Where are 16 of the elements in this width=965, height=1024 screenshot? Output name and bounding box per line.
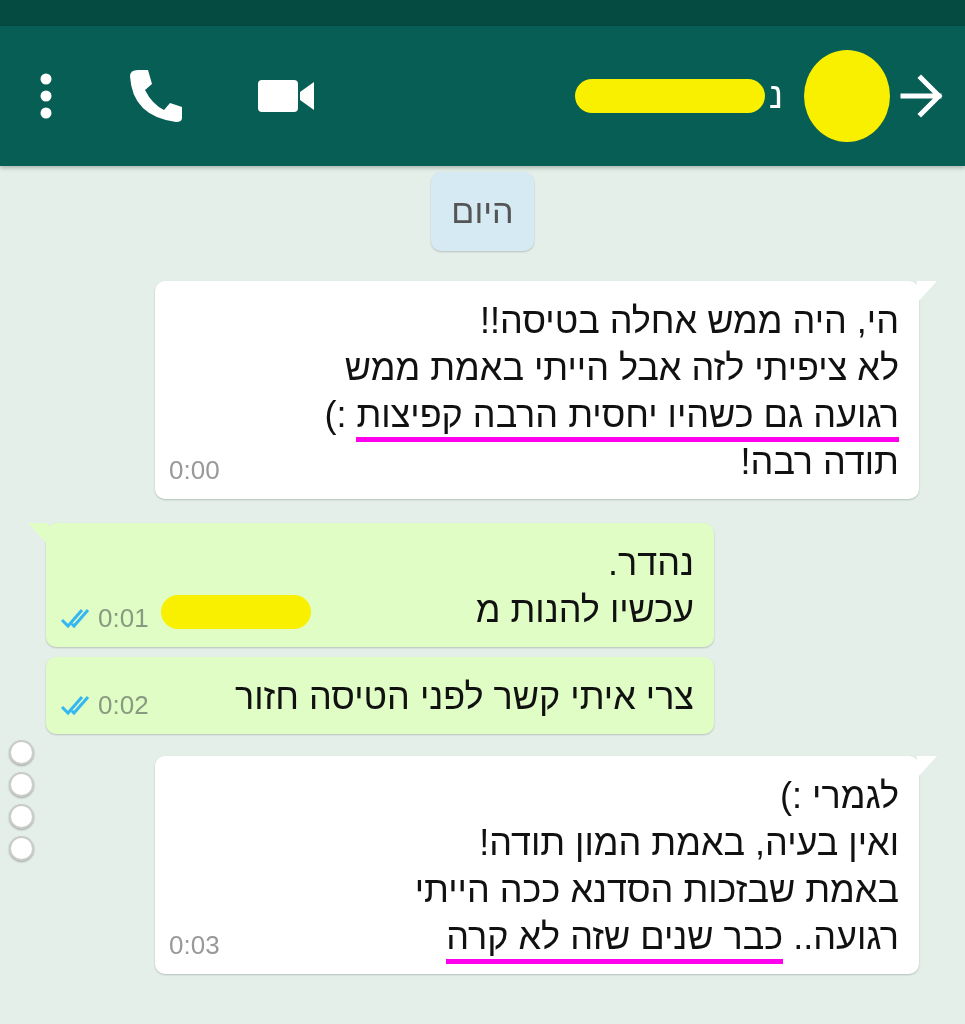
handle-dot[interactable] [9,804,34,829]
video-camera-icon[interactable] [258,78,314,114]
message-time: 0:00 [169,455,220,485]
message-text: נהדר. עכשיו להנות מ [474,541,694,632]
phone-icon[interactable] [128,68,184,124]
message-time: 0:01 [98,603,149,633]
handle-dot[interactable] [9,772,34,797]
message-time: 0:03 [169,930,220,960]
message-time: 0:02 [98,690,149,720]
contact-name[interactable]: נ [769,69,783,123]
handle-dot[interactable] [9,740,34,765]
menu-icon[interactable] [40,73,52,119]
handle-dot[interactable] [9,836,34,861]
message-text: צרי איתי קשר לפני הטיסה חזור [233,675,694,719]
message-text: הי, היה ממש אחלה בטיסה!! לא ציפיתי לזה אבל הייתי באמת ממש רגועה גם כשהיו יחסית הרבה קפיצות :) תודה רבה! [323,299,899,484]
date-chip: היום [431,172,534,251]
